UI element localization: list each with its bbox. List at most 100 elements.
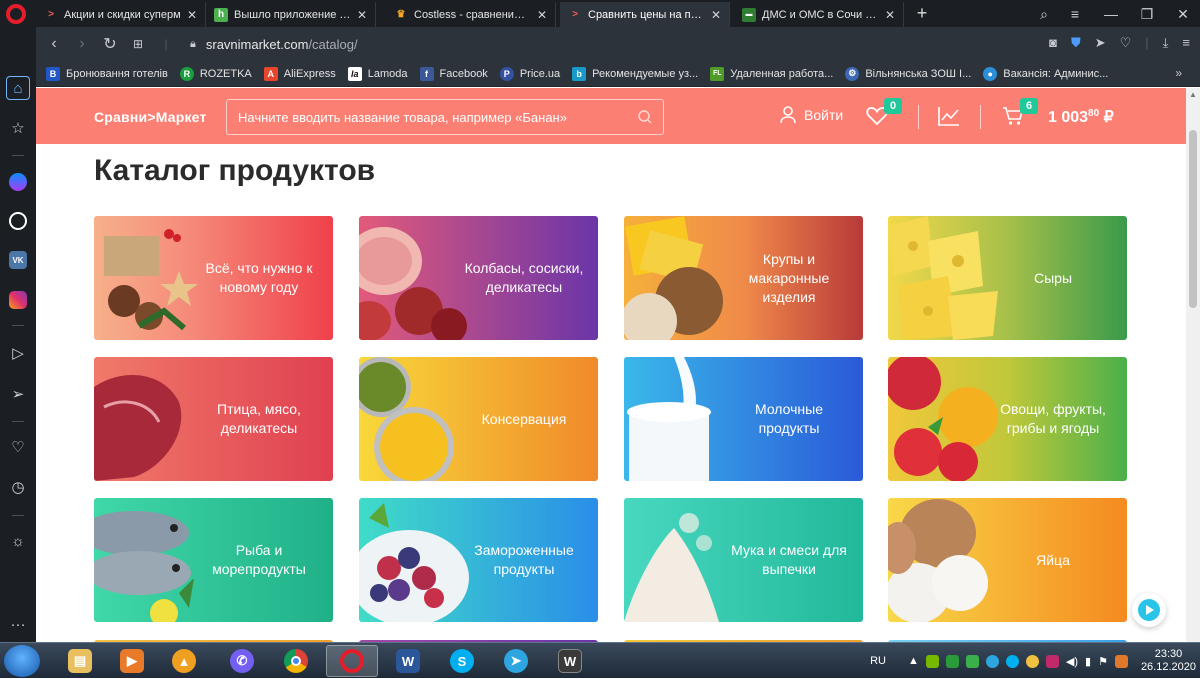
explorer-app[interactable]: ▤ bbox=[54, 645, 106, 677]
player-icon[interactable]: ▷ bbox=[6, 341, 30, 365]
maximize-button[interactable]: ❐ bbox=[1138, 6, 1156, 23]
lock-icon[interactable]: 🔒︎ bbox=[190, 38, 196, 51]
start-button[interactable] bbox=[4, 645, 40, 677]
download-icon[interactable]: ⤓ bbox=[1163, 35, 1169, 51]
wot-app[interactable]: W bbox=[544, 645, 596, 677]
instagram-icon[interactable] bbox=[6, 288, 30, 312]
back-icon[interactable]: ‹ bbox=[40, 35, 68, 53]
forward-icon[interactable]: › bbox=[68, 35, 96, 53]
shield-icon[interactable]: ⛊ bbox=[1071, 35, 1081, 51]
opera-menu-icon[interactable] bbox=[6, 4, 26, 24]
search-input[interactable] bbox=[227, 100, 627, 134]
tab-4[interactable]: > Сравнить цены на продук ✕ bbox=[560, 2, 730, 27]
word-app[interactable]: W bbox=[382, 645, 434, 677]
send-icon[interactable]: ➤ bbox=[1095, 35, 1106, 51]
category-card[interactable]: Овощи, фрукты, грибы и ягоды bbox=[888, 357, 1127, 481]
language-indicator[interactable]: RU bbox=[870, 655, 886, 667]
nx-icon[interactable] bbox=[1045, 654, 1059, 668]
chrome-app[interactable] bbox=[270, 645, 322, 677]
category-card[interactable]: Сыры bbox=[888, 216, 1127, 340]
heart-icon[interactable]: ♡ bbox=[1120, 35, 1132, 51]
chat-button[interactable] bbox=[1132, 593, 1166, 627]
bookmark-lamoda[interactable]: la Lamoda bbox=[347, 66, 408, 81]
nvidia-icon[interactable] bbox=[925, 654, 939, 668]
close-icon[interactable]: ✕ bbox=[357, 8, 367, 22]
history-icon[interactable]: ◷ bbox=[6, 475, 30, 499]
cart-button[interactable]: 6 bbox=[1002, 98, 1038, 131]
bookmark-priceua[interactable]: P Price.ua bbox=[499, 66, 560, 81]
speaker-icon[interactable]: ◀︎) bbox=[1066, 655, 1078, 668]
bookmark-booking[interactable]: B Бронювання готелів bbox=[46, 66, 168, 81]
category-card[interactable]: Замороженные продукты bbox=[359, 498, 598, 622]
tab-1[interactable]: > Акции и скидки суперм ✕ bbox=[36, 2, 206, 27]
menu-icon[interactable]: ≡ bbox=[1182, 35, 1190, 51]
vk-icon[interactable]: VK bbox=[6, 248, 30, 272]
cart-total[interactable]: 1 00380 ₽ bbox=[1048, 107, 1114, 127]
login-button[interactable]: Войти bbox=[780, 106, 843, 124]
clock[interactable]: 23:30 26.12.2020 bbox=[1141, 648, 1196, 674]
category-card[interactable]: Птица, мясо, деликатесы bbox=[94, 357, 333, 481]
bookmark-vacancy[interactable]: ● Вакансія: Админис... bbox=[983, 66, 1108, 81]
update-icon[interactable] bbox=[1025, 654, 1039, 668]
bookmark-remote-work[interactable]: FL Удаленная работа... bbox=[710, 66, 833, 81]
url-field[interactable]: sravnimarket.com/catalog/ bbox=[206, 37, 358, 52]
tab-3[interactable]: ♛ Costless - сравнение цен ✕ bbox=[386, 2, 556, 27]
new-tab-button[interactable]: + bbox=[912, 3, 932, 23]
scroll-thumb[interactable] bbox=[1189, 130, 1197, 308]
camera-icon[interactable]: ◙ bbox=[1049, 35, 1057, 51]
search-icon[interactable] bbox=[637, 109, 653, 125]
reload-icon[interactable]: ↻ bbox=[96, 34, 124, 54]
bookmark-school[interactable]: ⚙ Вільнянська ЗОШ І... bbox=[845, 66, 971, 81]
close-icon[interactable]: ✕ bbox=[537, 8, 547, 22]
bookmark-aliexpress[interactable]: A AliExpress bbox=[263, 66, 336, 81]
viber-app[interactable]: ✆ bbox=[216, 645, 268, 677]
scrollbar[interactable]: ▲ bbox=[1186, 88, 1200, 642]
flow-icon[interactable]: ➢ bbox=[6, 382, 30, 406]
star-icon[interactable]: ☆ bbox=[6, 116, 30, 140]
close-icon[interactable]: ✕ bbox=[711, 8, 721, 22]
flag-icon[interactable]: ⚑ bbox=[1098, 655, 1108, 668]
close-window-button[interactable]: ✕ bbox=[1174, 6, 1192, 23]
network-icon[interactable]: ▮ bbox=[1085, 655, 1091, 668]
shield-tray-icon[interactable] bbox=[945, 654, 959, 668]
close-icon[interactable]: ✕ bbox=[187, 8, 197, 22]
compare-button[interactable] bbox=[938, 106, 960, 131]
telegram-app[interactable]: ➤ bbox=[490, 645, 542, 677]
search-tabs-icon[interactable]: ⌕ bbox=[1040, 6, 1048, 23]
messenger-icon[interactable] bbox=[6, 170, 30, 194]
bluetooth-icon[interactable] bbox=[1114, 654, 1128, 668]
category-card[interactable]: Крупы и макаронные изделия bbox=[624, 216, 863, 340]
category-card[interactable]: Молочные продукты bbox=[624, 357, 863, 481]
whatsapp-icon[interactable] bbox=[6, 209, 30, 233]
heart-icon[interactable]: ♡ bbox=[6, 435, 30, 459]
bookmark-rozetka[interactable]: R ROZETKA bbox=[179, 66, 252, 81]
tab-5[interactable]: ▬ ДМС и ОМС в Сочи для ч ✕ bbox=[734, 2, 904, 27]
bulb-icon[interactable]: ☼ bbox=[6, 529, 30, 553]
check-icon[interactable] bbox=[965, 654, 979, 668]
aimp-app[interactable]: ▲ bbox=[158, 645, 210, 677]
category-card[interactable]: Всё, что нужно к новому году bbox=[94, 216, 333, 340]
opera-app[interactable] bbox=[326, 645, 378, 677]
more-bookmarks-icon[interactable]: » bbox=[1175, 66, 1182, 80]
tabs-grid-icon[interactable]: ⊞ bbox=[124, 37, 152, 51]
home-icon[interactable]: ⌂ bbox=[6, 76, 30, 100]
tray-expand-icon[interactable]: ▲ bbox=[908, 655, 919, 667]
category-card[interactable]: Мука и смеси для выпечки bbox=[624, 498, 863, 622]
bookmark-facebook[interactable]: f Facebook bbox=[419, 66, 488, 81]
favorites-button[interactable]: 0 bbox=[866, 98, 902, 131]
category-card[interactable]: Колбасы, сосиски, деликатесы bbox=[359, 216, 598, 340]
scroll-up-icon[interactable]: ▲ bbox=[1189, 90, 1197, 99]
more-icon[interactable]: ··· bbox=[6, 612, 30, 636]
skype-app[interactable]: S bbox=[436, 645, 488, 677]
easy-setup-icon[interactable]: ≡ bbox=[1066, 6, 1084, 22]
tab-2[interactable]: h Вышло приложение для с ✕ bbox=[206, 2, 376, 27]
minimize-button[interactable]: — bbox=[1102, 6, 1120, 22]
category-card[interactable]: Рыба и морепродукты bbox=[94, 498, 333, 622]
bookmark-recommended[interactable]: b Рекомендуемые уз... bbox=[572, 66, 698, 81]
skype-tray-icon[interactable] bbox=[1005, 654, 1019, 668]
category-card[interactable]: Консервация bbox=[359, 357, 598, 481]
site-logo[interactable]: Сравни>Маркет bbox=[94, 109, 207, 125]
media-player-app[interactable]: ▶ bbox=[106, 645, 158, 677]
telegram-tray-icon[interactable] bbox=[985, 654, 999, 668]
category-card[interactable]: Яйца bbox=[888, 498, 1127, 622]
